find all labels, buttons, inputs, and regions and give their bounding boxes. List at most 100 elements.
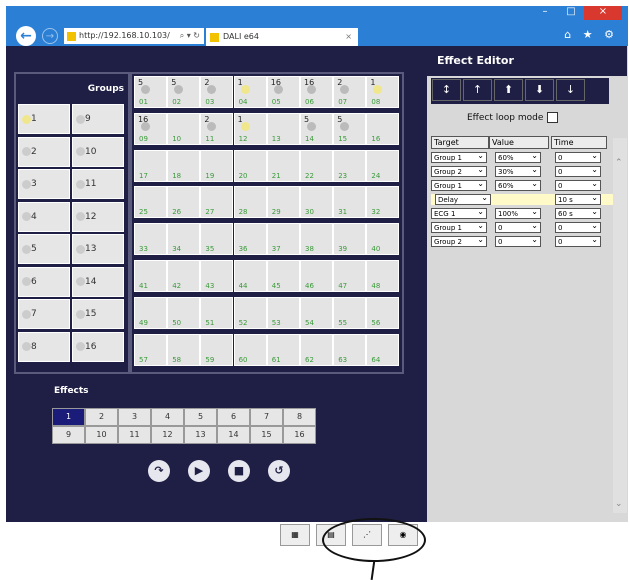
ecg-cell[interactable]: 63 — [333, 333, 367, 366]
value-select[interactable]: 60% — [495, 179, 541, 191]
editor-tool-icon[interactable]: ⬇ — [525, 79, 554, 101]
group-button[interactable]: 3 — [18, 169, 70, 199]
group-button[interactable]: 7 — [18, 299, 70, 329]
ecg-cell[interactable]: 5 02 — [167, 76, 201, 108]
tab-close-icon[interactable]: × — [345, 28, 352, 46]
editor-scrollbar[interactable]: ⌃ ⌄ — [613, 138, 627, 513]
group-button[interactable]: 1 — [18, 104, 70, 134]
ecg-cell[interactable]: 62 — [300, 333, 333, 366]
ecg-cell[interactable]: 44 — [233, 260, 267, 292]
effect-button[interactable]: 15 — [250, 426, 283, 444]
effect-button[interactable]: 16 — [283, 426, 316, 444]
ecg-cell[interactable]: 60 — [233, 333, 267, 366]
editor-tool-icon[interactable]: ⬆ — [494, 79, 523, 101]
ecg-cell[interactable]: 2 11 — [200, 112, 234, 145]
effect-button[interactable]: 3 — [118, 408, 151, 426]
ecg-cell[interactable]: 37 — [266, 223, 300, 256]
ecg-cell[interactable]: 61 — [266, 333, 300, 366]
ecg-cell[interactable]: 1 12 — [233, 112, 267, 145]
ecg-cell[interactable]: 45 — [266, 260, 300, 292]
ecg-cell[interactable]: 41 — [134, 260, 167, 292]
ecg-cell[interactable]: 49 — [134, 296, 167, 329]
group-button[interactable]: 8 — [18, 331, 70, 362]
ecg-cell[interactable]: 24 — [366, 149, 400, 182]
target-select[interactable]: Group 2 — [431, 165, 487, 177]
browser-tab[interactable]: DALI e64 × — [206, 28, 358, 46]
editor-tool-icon[interactable]: ↓ — [556, 79, 585, 101]
time-select[interactable]: 10 s — [555, 193, 601, 205]
group-button[interactable]: 6 — [18, 266, 70, 297]
ecg-cell[interactable]: 28 — [233, 186, 267, 219]
effect-button[interactable]: 13 — [184, 426, 217, 444]
time-select[interactable]: 0 — [555, 165, 601, 177]
ecg-cell[interactable]: 17 — [134, 149, 167, 182]
ecg-cell[interactable]: 26 — [167, 186, 201, 219]
time-select[interactable]: 0 — [555, 151, 601, 163]
ecg-cell[interactable]: 23 — [333, 149, 367, 182]
ecg-cell[interactable]: 35 — [200, 223, 234, 256]
scroll-down-icon[interactable]: ⌄ — [615, 499, 623, 509]
ecg-cell[interactable]: 52 — [233, 296, 267, 329]
ecg-cell[interactable]: 42 — [167, 260, 201, 292]
home-star-gear-icon[interactable]: ⌂ ★ ⚙ — [564, 28, 618, 41]
target-select[interactable]: Group 2 — [431, 235, 487, 247]
back-arrow-icon[interactable]: ← — [16, 26, 36, 46]
ecg-cell[interactable]: 19 — [200, 149, 234, 182]
ecg-cell[interactable]: 40 — [366, 223, 400, 256]
effect-button[interactable]: 6 — [217, 408, 250, 426]
ecg-cell[interactable]: 2 03 — [200, 76, 234, 108]
ecg-cell[interactable]: 1 08 — [366, 76, 400, 108]
effect-button[interactable]: 5 — [184, 408, 217, 426]
ecg-cell[interactable]: 21 — [266, 149, 300, 182]
value-select[interactable]: 30% — [495, 165, 541, 177]
group-button[interactable]: 11 — [72, 169, 124, 199]
ecg-cell[interactable]: 18 — [167, 149, 201, 182]
ecg-cell[interactable]: 31 — [333, 186, 367, 219]
group-button[interactable]: 4 — [18, 201, 70, 232]
effect-button[interactable]: 4 — [151, 408, 184, 426]
ecg-cell[interactable]: 55 — [333, 296, 367, 329]
ecg-cell[interactable]: 16 06 — [300, 76, 333, 108]
ecg-cell[interactable]: 64 — [366, 333, 400, 366]
effect-button[interactable]: 11 — [118, 426, 151, 444]
editor-tool-icon[interactable]: ↕ — [432, 79, 461, 101]
time-select[interactable]: 60 s — [555, 207, 601, 219]
group-button[interactable]: 13 — [72, 234, 124, 264]
ecg-cell[interactable]: 16 09 — [134, 112, 167, 145]
stop-icon[interactable]: ■ — [228, 460, 250, 482]
effect-button[interactable]: 1 — [52, 408, 85, 426]
ecg-cell[interactable]: 32 — [366, 186, 400, 219]
target-select[interactable]: Delay — [435, 193, 491, 205]
target-select[interactable]: Group 1 — [431, 179, 487, 191]
ecg-cell[interactable]: 2 07 — [333, 76, 367, 108]
ecg-cell[interactable]: 58 — [167, 333, 201, 366]
ecg-cell[interactable]: 36 — [233, 223, 267, 256]
ecg-cell[interactable]: 47 — [333, 260, 367, 292]
effect-button[interactable]: 7 — [250, 408, 283, 426]
value-select[interactable]: 0 — [495, 221, 541, 233]
value-select[interactable]: 100% — [495, 207, 541, 219]
address-tools-icon[interactable]: ⌕ ▾ ↻ — [180, 28, 200, 44]
ecg-cell[interactable]: 57 — [134, 333, 167, 366]
ecg-cell[interactable]: 39 — [333, 223, 367, 256]
time-select[interactable]: 0 — [555, 179, 601, 191]
ecg-cell[interactable]: 33 — [134, 223, 167, 256]
ecg-cell[interactable]: 13 — [266, 112, 300, 145]
loop-mode[interactable]: Effect loop mode — [467, 112, 559, 123]
effect-button[interactable]: 12 — [151, 426, 184, 444]
ecg-cell[interactable]: 29 — [266, 186, 300, 219]
address-bar[interactable]: http://192.168.10.103/ ⌕ ▾ ↻ — [64, 28, 204, 44]
ecg-cell[interactable]: 5 14 — [300, 112, 333, 145]
ecg-cell[interactable]: 5 15 — [333, 112, 367, 145]
ecg-cell[interactable]: 43 — [200, 260, 234, 292]
ecg-cell[interactable]: 34 — [167, 223, 201, 256]
group-button[interactable]: 9 — [72, 104, 124, 134]
ecg-cell[interactable]: 16 05 — [266, 76, 300, 108]
ecg-cell[interactable]: 54 — [300, 296, 333, 329]
value-select[interactable]: 60% — [495, 151, 541, 163]
value-select[interactable]: 0 — [495, 235, 541, 247]
minimize-button[interactable]: – — [532, 6, 558, 20]
ecg-cell[interactable]: 20 — [233, 149, 267, 182]
loop-mode-checkbox[interactable] — [547, 112, 559, 123]
ecg-cell[interactable]: 38 — [300, 223, 333, 256]
